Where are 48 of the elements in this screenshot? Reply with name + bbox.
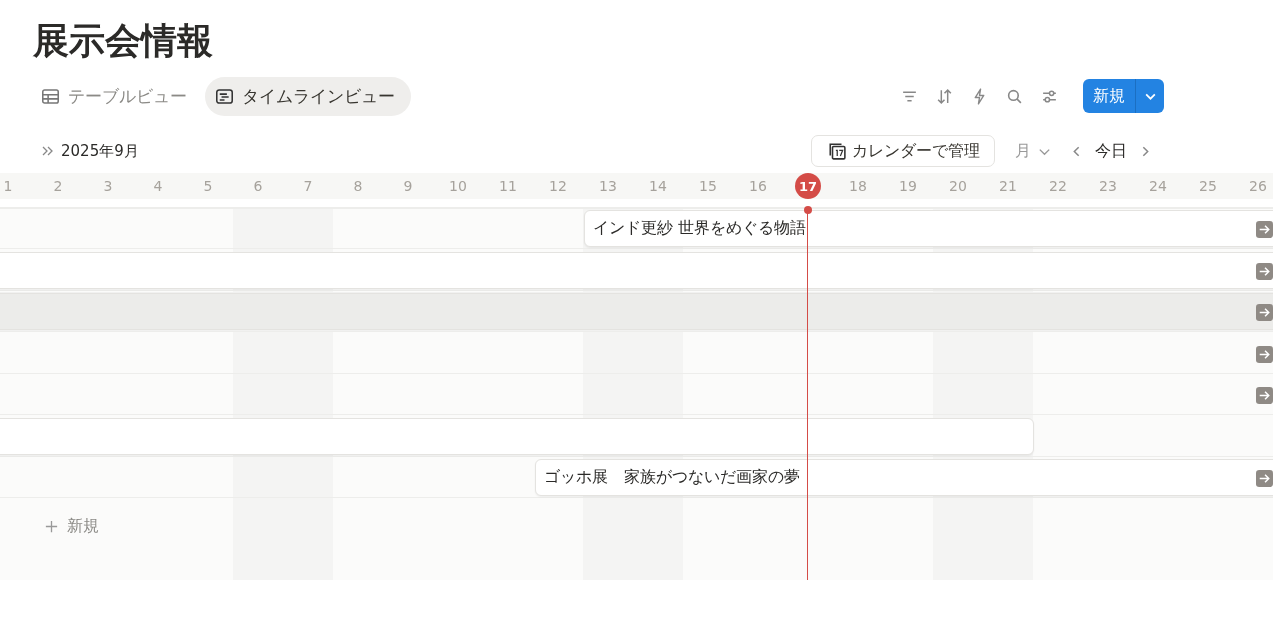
day-label: 20: [949, 178, 967, 194]
sort-icon[interactable]: [936, 87, 953, 105]
day-label: 3: [103, 178, 113, 194]
day-label: 23: [1099, 178, 1117, 194]
calendar-icon: [828, 142, 846, 160]
day-label: 1: [3, 178, 13, 194]
timeline-bar[interactable]: ゴッホ展 家族がつないだ画家の夢: [535, 459, 1273, 496]
day-label: 6: [253, 178, 263, 194]
day-label: 18: [849, 178, 867, 194]
day-label: 14: [649, 178, 667, 194]
day-label: 25: [1199, 178, 1217, 194]
day-label: 24: [1149, 178, 1167, 194]
day-label: 10: [449, 178, 467, 194]
day-label: 7: [303, 178, 313, 194]
day-label: 22: [1049, 178, 1067, 194]
day-label: 15: [699, 178, 717, 194]
new-button[interactable]: 新規: [1083, 79, 1135, 113]
today-dot: [804, 206, 812, 214]
day-label: 9: [403, 178, 413, 194]
bar-title: ゴッホ展 家族がつないだ画家の夢: [543, 467, 800, 488]
page-title: 展示会情報: [33, 19, 213, 63]
table-icon: [41, 86, 60, 106]
view-tab[interactable]: タイムラインビュー: [205, 76, 411, 116]
day-label: 4: [153, 178, 163, 194]
month-label: 2025年9月: [61, 141, 139, 161]
search-icon[interactable]: [1006, 87, 1023, 105]
plus-icon: [44, 519, 59, 534]
calendar-button[interactable]: カレンダーで管理: [811, 135, 995, 167]
day-label: 16: [749, 178, 767, 194]
timeline-icon: [215, 86, 234, 106]
day-label: 19: [899, 178, 917, 194]
day-label: 13: [599, 178, 617, 194]
day-label: 5: [203, 178, 213, 194]
timeline-bar[interactable]: インド更紗 世界をめぐる物語: [584, 210, 1273, 247]
day-label: 8: [353, 178, 363, 194]
day-label: 26: [1249, 178, 1267, 194]
new-row-button[interactable]: 新規: [42, 512, 101, 541]
bar-title: インド更紗 世界をめぐる物語: [592, 218, 807, 239]
view-tab[interactable]: テーブルビュー: [31, 76, 203, 116]
double-chevron-icon[interactable]: [41, 144, 55, 158]
sliders-icon[interactable]: [1041, 87, 1058, 105]
day-label: 2: [53, 178, 63, 194]
today-marker: 17: [795, 173, 821, 199]
dropdown-button[interactable]: [1135, 79, 1164, 113]
day-label: 11: [499, 178, 517, 194]
day-label: 12: [549, 178, 567, 194]
day-label: 21: [999, 178, 1017, 194]
today-button[interactable]: 今日: [1095, 140, 1127, 162]
